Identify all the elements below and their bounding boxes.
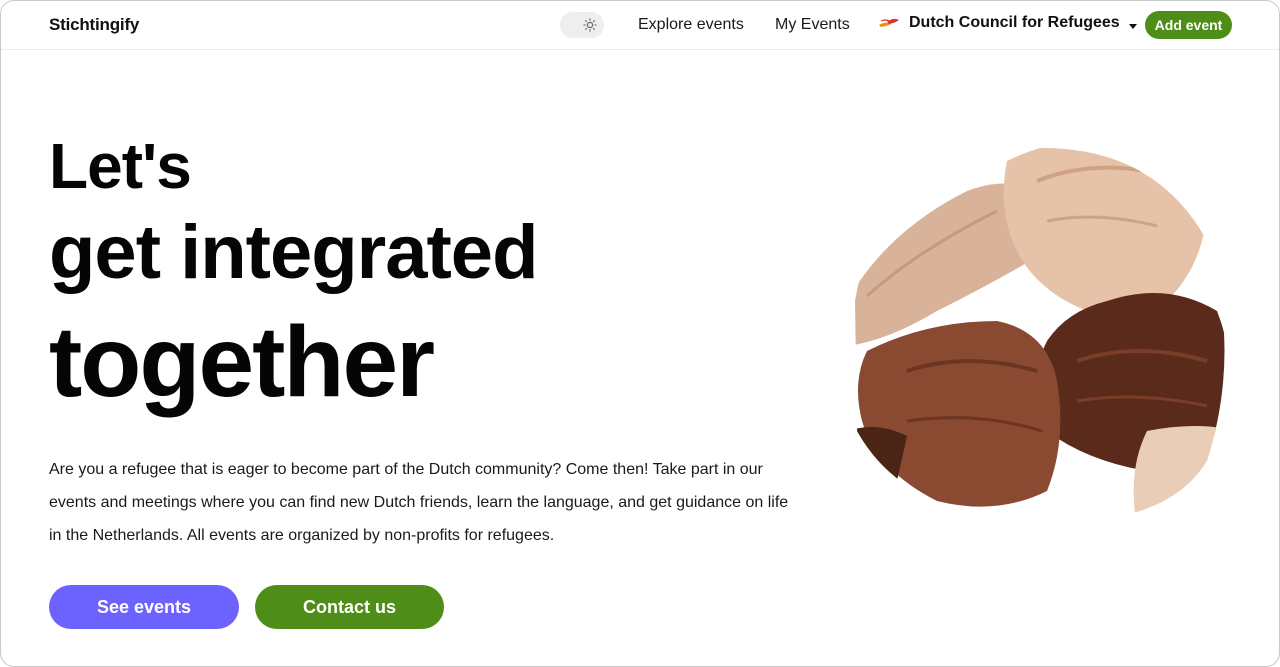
hero-title-line-3: together	[49, 306, 435, 418]
joined-hands-illustration	[847, 131, 1237, 526]
organization-name: Dutch Council for Refugees	[909, 14, 1120, 31]
organization-logo-icon	[877, 13, 901, 33]
see-events-button[interactable]: See events	[49, 585, 239, 629]
app-window: Stichtingify Explore events My Events Du…	[0, 0, 1280, 667]
nav-explore-events[interactable]: Explore events	[638, 16, 744, 34]
caret-down-icon	[1128, 18, 1138, 29]
hero-title-line-2: get integrated	[49, 210, 538, 295]
hero-title-line-1: Let's	[49, 130, 192, 202]
nav-my-events[interactable]: My Events	[775, 16, 850, 34]
organization-dropdown[interactable]: Dutch Council for Refugees	[877, 13, 1138, 33]
sun-icon	[580, 15, 600, 35]
theme-toggle[interactable]	[560, 12, 604, 38]
hero-intro-text: Are you a refugee that is eager to becom…	[49, 461, 789, 544]
add-event-button[interactable]: Add event	[1145, 11, 1232, 39]
brand-logo[interactable]: Stichtingify	[49, 15, 139, 35]
top-navbar: Stichtingify Explore events My Events Du…	[1, 1, 1279, 50]
contact-us-button[interactable]: Contact us	[255, 585, 444, 629]
